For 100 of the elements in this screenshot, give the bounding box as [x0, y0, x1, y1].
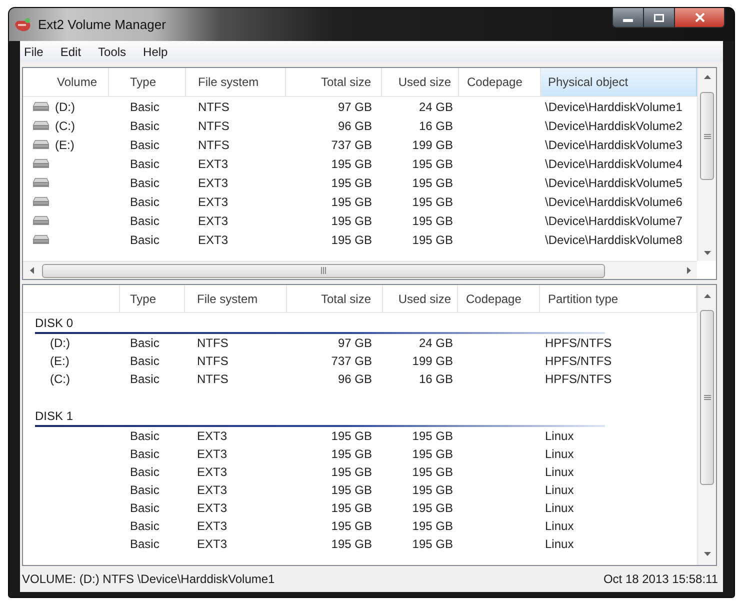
drive-icon	[33, 121, 49, 130]
table-cell-text: Basic	[130, 232, 160, 248]
disk-label: DISK 0	[35, 314, 74, 332]
table-cell-text: Basic	[130, 518, 160, 535]
table-cell-text: (C:)	[55, 118, 75, 134]
table-cell-text: EXT3	[197, 536, 228, 553]
maximize-icon	[654, 14, 664, 22]
maximize-button[interactable]	[644, 8, 675, 28]
table-cell-text: 195 GB	[331, 174, 372, 192]
window-title: Ext2 Volume Manager	[38, 16, 166, 34]
table-cell-text: Basic	[130, 353, 160, 370]
table-cell-text: Linux	[545, 518, 574, 535]
table-cell-text: EXT3	[197, 464, 228, 481]
disk-label: DISK 1	[35, 408, 74, 424]
table-cell-text: HPFS/NTFS	[545, 371, 612, 388]
table-cell-text: Linux	[545, 446, 574, 463]
table-cell-text: EXT3	[198, 232, 228, 248]
table-cell-text: 24 GB	[418, 98, 453, 116]
right-arrow-icon	[686, 267, 690, 274]
down-arrow-icon	[704, 250, 710, 254]
table-cell-text: 195 GB	[331, 194, 372, 210]
vertical-scrollbar[interactable]	[697, 285, 716, 565]
table-cell-text: Basic	[130, 156, 160, 172]
table-cell-text: HPFS/NTFS	[545, 353, 612, 370]
table-cell-text: Linux	[545, 482, 574, 499]
table-cell-text: 195 GB	[331, 212, 372, 230]
horizontal-scrollbar[interactable]	[23, 261, 697, 279]
menu-item[interactable]: Tools	[94, 41, 130, 62]
grip-icon	[321, 267, 326, 274]
table-cell-text: \Device\HarddiskVolume5	[545, 174, 682, 192]
app-icon	[15, 18, 31, 32]
table-cell-text: Basic	[130, 464, 160, 481]
table-cell-text: 195 GB	[412, 464, 453, 481]
table-cell-text: Basic	[130, 428, 160, 445]
table-cell-text: HPFS/NTFS	[545, 335, 612, 352]
table-cell-text: NTFS	[198, 98, 230, 116]
table-cell-text: Basic	[130, 136, 160, 154]
table-cell-text: 195 GB	[331, 446, 372, 463]
table-cell-text: Basic	[130, 174, 160, 192]
table-cell-text: 195 GB	[331, 464, 372, 481]
table-cell-text: 195 GB	[412, 446, 453, 463]
table-cell-text: 195 GB	[412, 536, 453, 553]
table-cell-text: NTFS	[198, 118, 230, 134]
minimize-icon	[623, 18, 633, 22]
table-cell-text: 737 GB	[331, 353, 372, 370]
table-cell-text: 16 GB	[418, 371, 453, 388]
drive-icon	[33, 197, 49, 206]
table-cell-text: EXT3	[197, 446, 228, 463]
table-cell-text: 195 GB	[331, 518, 372, 535]
table-cell-text: \Device\HarddiskVolume1	[545, 98, 682, 116]
table-cell-text: EXT3	[198, 212, 228, 230]
table-cell-text: 195 GB	[412, 500, 453, 517]
table-cell-text: NTFS	[197, 371, 228, 388]
table-cell-text: 195 GB	[412, 518, 453, 535]
table-cell-text: EXT3	[197, 428, 228, 445]
table-cell-text: Linux	[545, 428, 574, 445]
scrollbar-thumb[interactable]	[700, 92, 714, 180]
table-cell-text: \Device\HarddiskVolume3	[545, 136, 682, 154]
table-cell-text: 97 GB	[338, 98, 372, 116]
drive-icon	[33, 216, 49, 225]
grip-icon	[704, 395, 710, 400]
table-cell-text: Linux	[545, 500, 574, 517]
table-cell-text: Basic	[130, 118, 160, 134]
table-cell-text: EXT3	[198, 194, 228, 210]
table-cell-text: 199 GB	[412, 136, 453, 154]
status-text: VOLUME: (D:) NTFS \Device\HarddiskVolume1	[22, 571, 275, 588]
table-cell-text: 195 GB	[331, 500, 372, 517]
table-cell-text: Basic	[130, 335, 160, 352]
vertical-scrollbar[interactable]	[697, 68, 716, 261]
table-cell-text: Basic	[130, 536, 160, 553]
menu-item[interactable]: Help	[139, 41, 172, 62]
menu-item[interactable]: Edit	[56, 41, 86, 62]
column-header[interactable]: Physical object	[541, 68, 697, 96]
table-cell-text: \Device\HarddiskVolume7	[545, 212, 682, 230]
scrollbar-thumb[interactable]	[700, 310, 714, 485]
minimize-button[interactable]	[612, 8, 644, 28]
status-timestamp: Oct 18 2013 15:58:11	[603, 571, 718, 588]
table-cell-text: EXT3	[197, 518, 228, 535]
table-cell-text: EXT3	[198, 174, 228, 192]
menu-item[interactable]: File	[20, 41, 48, 62]
drive-icon	[33, 140, 49, 149]
table-cell-text: (C:)	[50, 371, 70, 388]
table-cell-text: NTFS	[197, 353, 228, 370]
table-cell-text: \Device\HarddiskVolume2	[545, 118, 682, 134]
table-cell-text: Linux	[545, 464, 574, 481]
drive-icon	[33, 159, 49, 168]
table-cell-text: Basic	[130, 371, 160, 388]
table-cell-text: 195 GB	[331, 156, 372, 172]
table-cell-text: 195 GB	[412, 156, 453, 172]
left-arrow-icon	[30, 267, 34, 274]
close-button[interactable]	[675, 8, 725, 28]
scrollbar-thumb[interactable]	[42, 264, 605, 278]
table-cell-text: NTFS	[198, 136, 230, 154]
table-cell-text: 195 GB	[412, 482, 453, 499]
table-cell-text: EXT3	[198, 156, 228, 172]
down-arrow-icon	[704, 552, 710, 556]
drive-icon	[33, 235, 49, 244]
table-cell-text: NTFS	[197, 335, 228, 352]
table-cell-text: 195 GB	[412, 212, 453, 230]
table-cell-text: EXT3	[197, 500, 228, 517]
